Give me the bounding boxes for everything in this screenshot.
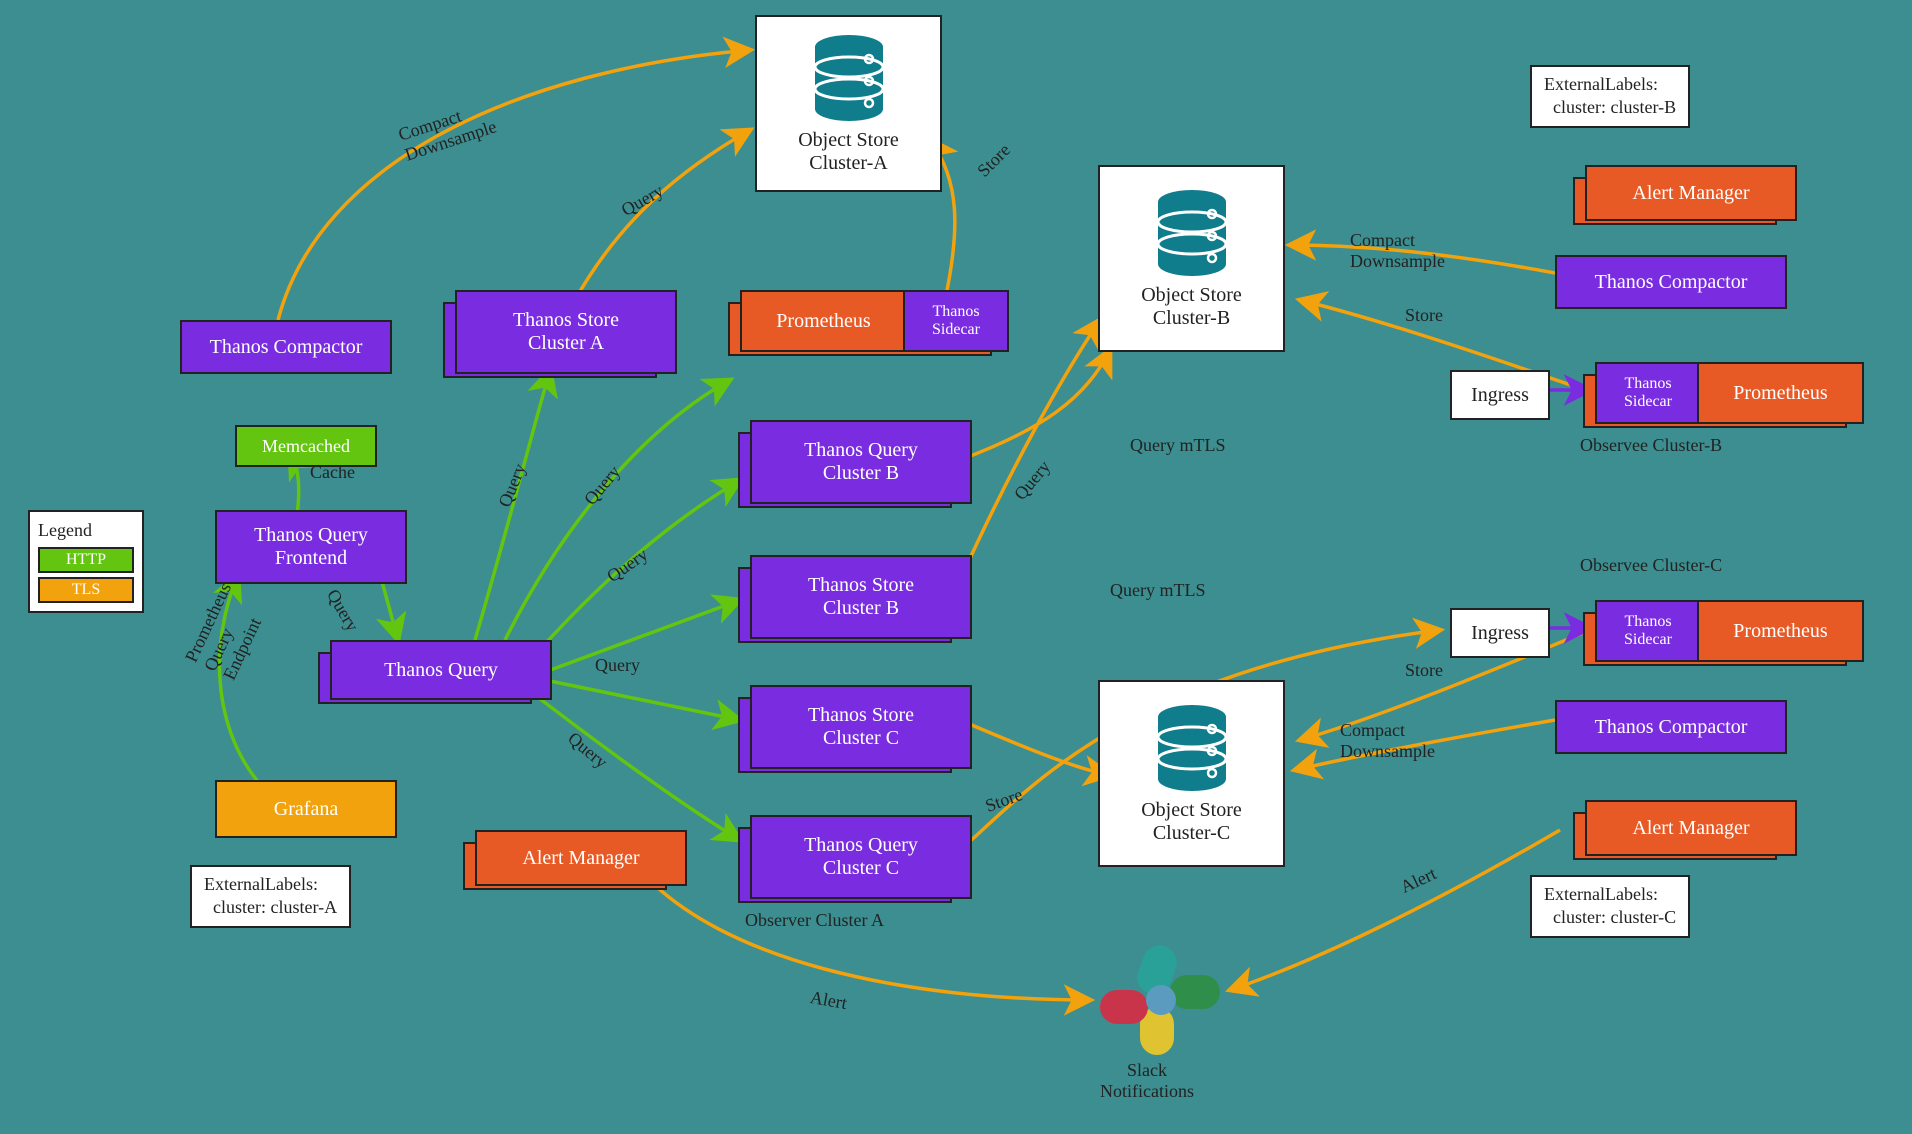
edge-q2: Query [580, 462, 625, 510]
observee-cluster-c-label: Observee Cluster-C [1580, 555, 1722, 576]
thanos-query: Thanos Query [330, 640, 540, 688]
thanos-sidecar-c: Thanos Sidecar [1595, 600, 1701, 662]
edge-q4: Query [595, 655, 640, 676]
edge-store-b: Store [1405, 305, 1443, 326]
edge-qmtls-b: Query mTLS [1130, 435, 1225, 456]
legend-title: Legend [38, 520, 134, 541]
external-labels-b: ExternalLabels: cluster: cluster-B [1530, 65, 1690, 128]
alert-manager-b: Alert Manager [1585, 165, 1785, 209]
edge-cache: Cache [310, 462, 355, 483]
memcached: Memcached [235, 425, 377, 467]
slack-label: Slack Notifications [1100, 1060, 1194, 1102]
thanos-query-cluster-b: Thanos Query Cluster B [750, 420, 960, 492]
object-store-a: Object Store Cluster-A [755, 15, 942, 192]
prometheus-b: Prometheus [1697, 362, 1864, 424]
external-labels-a: ExternalLabels: cluster: cluster-A [190, 865, 351, 928]
legend-http: HTTP [38, 547, 134, 573]
database-icon [1152, 703, 1232, 793]
alert-manager-c: Alert Manager [1585, 800, 1785, 844]
thanos-query-frontend: Thanos Query Frontend [215, 510, 407, 584]
thanos-compactor-b: Thanos Compactor [1555, 255, 1787, 309]
thanos-compactor-c: Thanos Compactor [1555, 700, 1787, 754]
object-store-b: Object Store Cluster-B [1098, 165, 1285, 352]
database-icon [809, 33, 889, 123]
ingress-b: Ingress [1450, 370, 1550, 420]
external-labels-c: ExternalLabels: cluster: cluster-C [1530, 875, 1690, 938]
prometheus-c: Prometheus [1697, 600, 1864, 662]
slack-icon [1100, 945, 1220, 1055]
thanos-sidecar-a: Thanos Sidecar [903, 290, 1009, 352]
thanos-compactor-a: Thanos Compactor [180, 320, 392, 374]
thanos-store-cluster-a: Thanos Store Cluster A [455, 290, 665, 362]
edge-qmtls-c: Query mTLS [1110, 580, 1205, 601]
edge-compact-a: Compact Downsample [396, 96, 499, 165]
edge-store-a: Store [973, 140, 1015, 182]
object-store-c: Object Store Cluster-C [1098, 680, 1285, 867]
thanos-store-cluster-c: Thanos Store Cluster C [750, 685, 960, 757]
edge-q3: Query [603, 544, 652, 587]
observee-cluster-b-label: Observee Cluster-B [1580, 435, 1722, 456]
edge-q-ob: Query [1010, 457, 1055, 505]
observer-cluster-a-label: Observer Cluster A [745, 910, 884, 931]
database-icon [1152, 188, 1232, 278]
ingress-c: Ingress [1450, 608, 1550, 658]
thanos-query-cluster-c: Thanos Query Cluster C [750, 815, 960, 887]
edge-prom-endpoint: Prometheus Query Endpoint [181, 580, 274, 684]
legend-box: Legend HTTP TLS [28, 510, 144, 613]
edge-q5: Query [564, 728, 612, 773]
edge-alert-c: Alert [1397, 863, 1439, 898]
prometheus-sidecar-c: Thanos Sidecar Prometheus [1595, 600, 1855, 650]
prometheus-a: Prometheus [740, 290, 907, 352]
grafana: Grafana [215, 780, 397, 838]
prometheus-sidecar-b: Thanos Sidecar Prometheus [1595, 362, 1855, 412]
edge-query-store-a: Query [618, 180, 667, 221]
thanos-store-cluster-b: Thanos Store Cluster B [750, 555, 960, 627]
edge-q1: Query [494, 461, 530, 511]
alert-manager-a: Alert Manager [475, 830, 675, 874]
edge-store-c: Store [1405, 660, 1443, 681]
edge-store-ob: Store [983, 784, 1026, 817]
edge-compact-c: Compact Downsample [1340, 720, 1435, 762]
thanos-sidecar-b: Thanos Sidecar [1595, 362, 1701, 424]
edge-alert-a: Alert [808, 987, 848, 1014]
edge-query-frontend: Query [322, 586, 363, 635]
legend-tls: TLS [38, 577, 134, 603]
edge-compact-b: Compact Downsample [1350, 230, 1445, 272]
prometheus-sidecar-a: Prometheus Thanos Sidecar [740, 290, 1000, 340]
